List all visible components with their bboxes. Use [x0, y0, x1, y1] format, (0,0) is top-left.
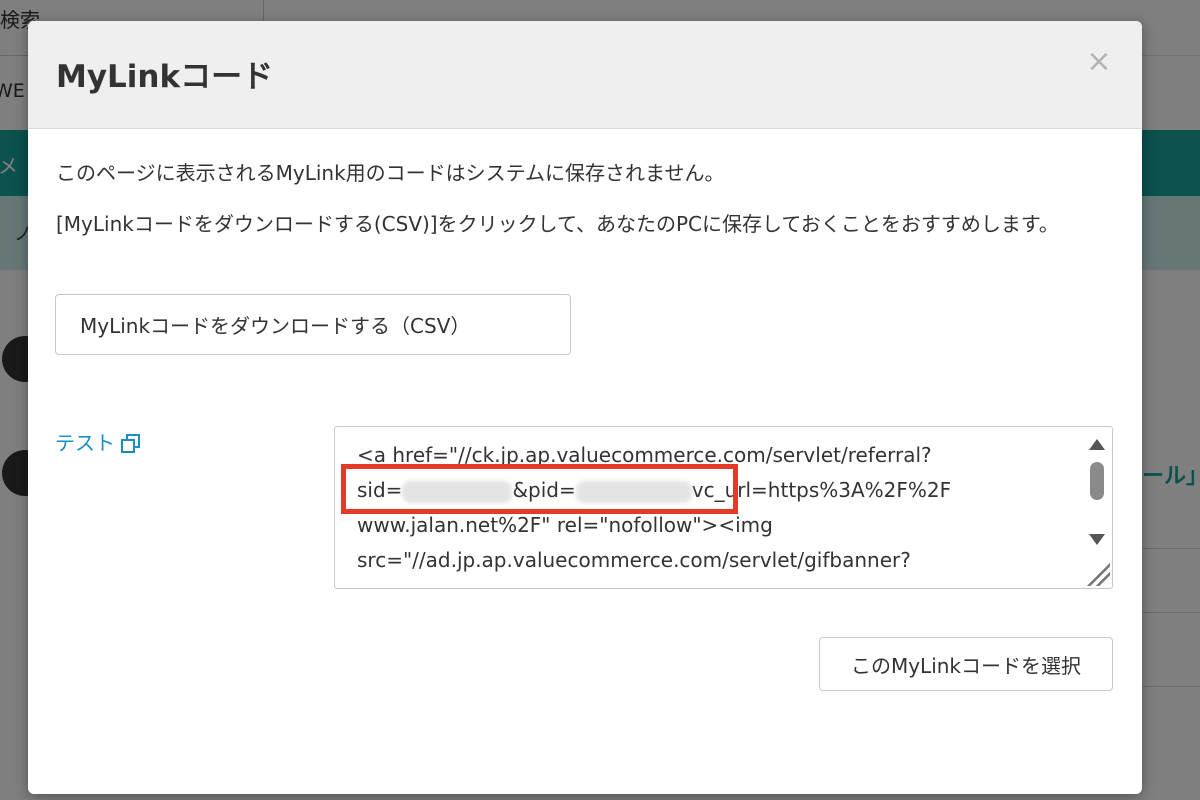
code-line-4: src="//ad.jp.ap.valuecommerce.com/servle… — [357, 548, 911, 572]
modal-header: MyLinkコード × — [28, 21, 1142, 129]
description-not-saved: このページに表示されるMyLink用のコードはシステムに保存されません。 — [56, 161, 725, 185]
description-download-recommend: [MyLinkコードをダウンロードする(CSV)]をクリックして、あなたのPCに… — [56, 212, 1059, 236]
close-icon[interactable]: × — [1084, 45, 1114, 79]
external-link-icon — [121, 433, 140, 453]
scroll-down-arrow-icon[interactable] — [1089, 534, 1105, 545]
modal-title: MyLinkコード — [56, 59, 274, 95]
code-line-1: <a href="//ck.jp.ap.valuecommerce.com/se… — [357, 443, 932, 467]
download-csv-button[interactable]: MyLinkコードをダウンロードする（CSV） — [55, 294, 571, 355]
code-line-2-pid: &pid= — [512, 478, 576, 502]
code-line-2-vcurl: vc_url=https%3A%2F%2F — [691, 478, 952, 502]
code-text: <a href="//ck.jp.ap.valuecommerce.com/se… — [357, 438, 1077, 578]
sid-blurred-value — [402, 480, 513, 503]
scroll-up-arrow-icon[interactable] — [1089, 439, 1105, 450]
resize-grip-icon[interactable] — [1084, 560, 1110, 586]
mylink-code-modal: MyLinkコード × このページに表示されるMyLink用のコードはシステムに… — [28, 21, 1142, 794]
test-link-label: テスト — [55, 431, 115, 455]
select-mylink-code-button[interactable]: このMyLinkコードを選択 — [819, 637, 1113, 691]
mylink-code-textarea[interactable]: <a href="//ck.jp.ap.valuecommerce.com/se… — [334, 426, 1113, 589]
scroll-thumb[interactable] — [1090, 462, 1104, 500]
code-line-3: www.jalan.net%2F" rel="nofollow"><img — [357, 513, 773, 537]
test-link[interactable]: テスト — [55, 427, 140, 456]
code-line-2-sid: sid= — [357, 478, 403, 502]
pid-blurred-value — [575, 480, 692, 503]
